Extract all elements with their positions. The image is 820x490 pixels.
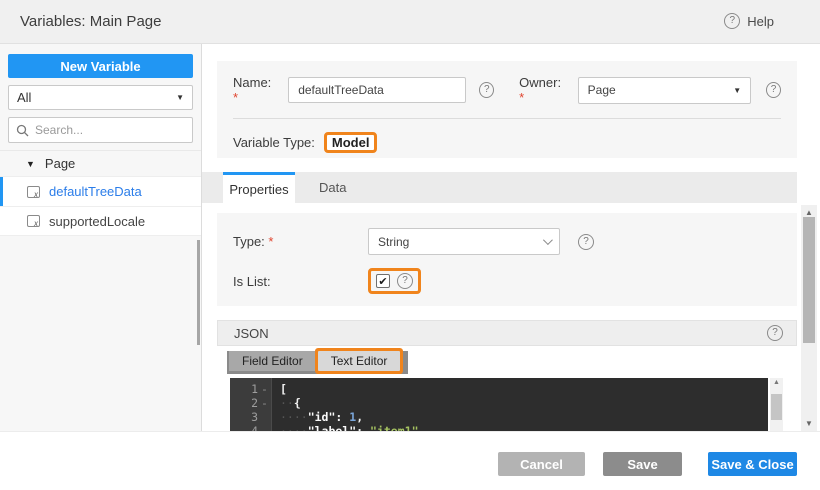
json-code-editor[interactable]: 1- [ 2- ··{ 3 ····"id": 1, 4 ····"label"… xyxy=(230,378,768,431)
variable-filter-value: All xyxy=(17,90,32,105)
scroll-up-icon[interactable]: ▲ xyxy=(801,208,817,217)
main-scrollbar[interactable]: ▲ ▼ xyxy=(801,205,817,431)
json-section-body: Field Editor Text Editor 1- [ 2- ··{ 3 ·… xyxy=(217,346,797,431)
dialog-header: Variables: Main Page ? Help xyxy=(0,0,820,44)
tree-group-page[interactable]: ▼ Page xyxy=(0,150,201,176)
caret-down-icon: ▼ xyxy=(733,85,742,95)
variable-name-input[interactable] xyxy=(288,77,467,103)
name-owner-row: Name: * ? Owner: * Page ▼ ? xyxy=(233,75,782,105)
divider xyxy=(233,118,781,119)
name-help-icon[interactable]: ? xyxy=(479,82,495,98)
is-list-highlight-box: ✔ ? xyxy=(368,268,421,294)
search-box[interactable] xyxy=(8,117,193,143)
save-button[interactable]: Save xyxy=(603,452,682,476)
sidebar-scrollbar-thumb[interactable] xyxy=(197,240,200,345)
type-value: String xyxy=(378,234,410,249)
json-section-header: JSON ? xyxy=(217,320,797,346)
owner-select[interactable]: Page ▼ xyxy=(577,76,752,104)
variable-type-row: Variable Type: Model xyxy=(233,132,781,153)
type-help-icon[interactable]: ? xyxy=(578,233,594,250)
variable-detail-pane: Name: * ? Owner: * Page ▼ ? Variable Typ… xyxy=(202,44,797,431)
variable-filter-select[interactable]: All ▼ xyxy=(8,85,193,110)
variable-type-label: Variable Type: xyxy=(233,135,315,150)
variable-icon: x xyxy=(27,185,40,199)
detail-tab-bar: Properties Data xyxy=(202,172,797,203)
fold-marker-icon[interactable]: - xyxy=(261,382,268,396)
editor-scrollbar[interactable]: ▲ xyxy=(770,378,783,431)
editor-mode-toggle: Field Editor Text Editor xyxy=(227,351,409,374)
editor-scrollbar-thumb[interactable] xyxy=(771,394,782,420)
code-line: 2- ··{ xyxy=(251,396,301,410)
is-list-checkbox[interactable]: ✔ xyxy=(376,274,390,288)
tree-group-label: Page xyxy=(44,156,76,171)
is-list-label: Is List: xyxy=(233,273,271,289)
variable-summary-panel: Name: * ? Owner: * Page ▼ ? Variable Typ… xyxy=(217,61,797,158)
json-help-icon[interactable]: ? xyxy=(767,325,783,341)
json-section-title: JSON xyxy=(234,325,269,341)
code-line: 1- [ xyxy=(251,382,287,396)
tab-data[interactable]: Data xyxy=(305,172,360,203)
tree-item-defaulttreedata[interactable]: x defaultTreeData xyxy=(0,176,201,206)
is-list-row: Is List: ✔ ? xyxy=(233,268,781,294)
type-select[interactable]: String xyxy=(368,228,560,255)
help-icon[interactable]: ? xyxy=(724,13,741,29)
variables-tree: ▼ Page x defaultTreeData x supportedLoca… xyxy=(0,150,201,236)
code-line: 4 ····"label": "item1", xyxy=(251,424,426,431)
tree-item-supportedlocale[interactable]: x supportedLocale xyxy=(0,206,201,236)
page-title: Variables: Main Page xyxy=(20,13,162,30)
owner-label: Owner: * xyxy=(519,75,562,105)
variable-type-value-highlighted: Model xyxy=(323,132,378,153)
main-scrollbar-thumb[interactable] xyxy=(803,217,815,343)
tree-item-label: defaultTreeData xyxy=(49,184,142,199)
type-row: Type: * String ? xyxy=(233,228,781,255)
properties-panel: Type: * String ? Is List: ✔ ? xyxy=(217,213,797,306)
text-editor-button[interactable]: Text Editor xyxy=(317,351,401,371)
search-input[interactable] xyxy=(35,123,165,137)
fold-marker-icon[interactable]: - xyxy=(261,396,268,410)
variable-icon: x xyxy=(27,215,40,228)
is-list-help-icon[interactable]: ? xyxy=(397,273,413,289)
tree-collapse-icon[interactable]: ▼ xyxy=(26,159,35,169)
tree-item-label: supportedLocale xyxy=(49,213,146,229)
cancel-button[interactable]: Cancel xyxy=(498,452,585,476)
code-line: 3 ····"id": 1, xyxy=(251,410,364,424)
owner-help-icon[interactable]: ? xyxy=(766,82,782,98)
chevron-down-icon xyxy=(542,235,553,246)
scroll-down-icon[interactable]: ▼ xyxy=(801,419,817,428)
scroll-up-icon[interactable]: ▲ xyxy=(770,379,783,386)
name-label: Name: * xyxy=(233,75,272,105)
save-and-close-button[interactable]: Save & Close xyxy=(708,452,797,476)
new-variable-button[interactable]: New Variable xyxy=(8,54,193,78)
help-button[interactable]: ? Help xyxy=(724,13,774,29)
owner-value: Page xyxy=(587,83,616,97)
tab-properties[interactable]: Properties xyxy=(223,172,295,203)
caret-down-icon: ▼ xyxy=(176,93,184,102)
field-editor-button[interactable]: Field Editor xyxy=(229,351,316,371)
variables-sidebar: New Variable All ▼ ▼ Page x defaultTreeD… xyxy=(0,44,202,431)
search-icon xyxy=(16,124,29,136)
dialog-footer: Cancel Save Save & Close xyxy=(0,431,820,490)
type-label: Type: * xyxy=(233,234,274,249)
help-label[interactable]: Help xyxy=(747,14,774,29)
check-icon: ✔ xyxy=(378,275,388,288)
